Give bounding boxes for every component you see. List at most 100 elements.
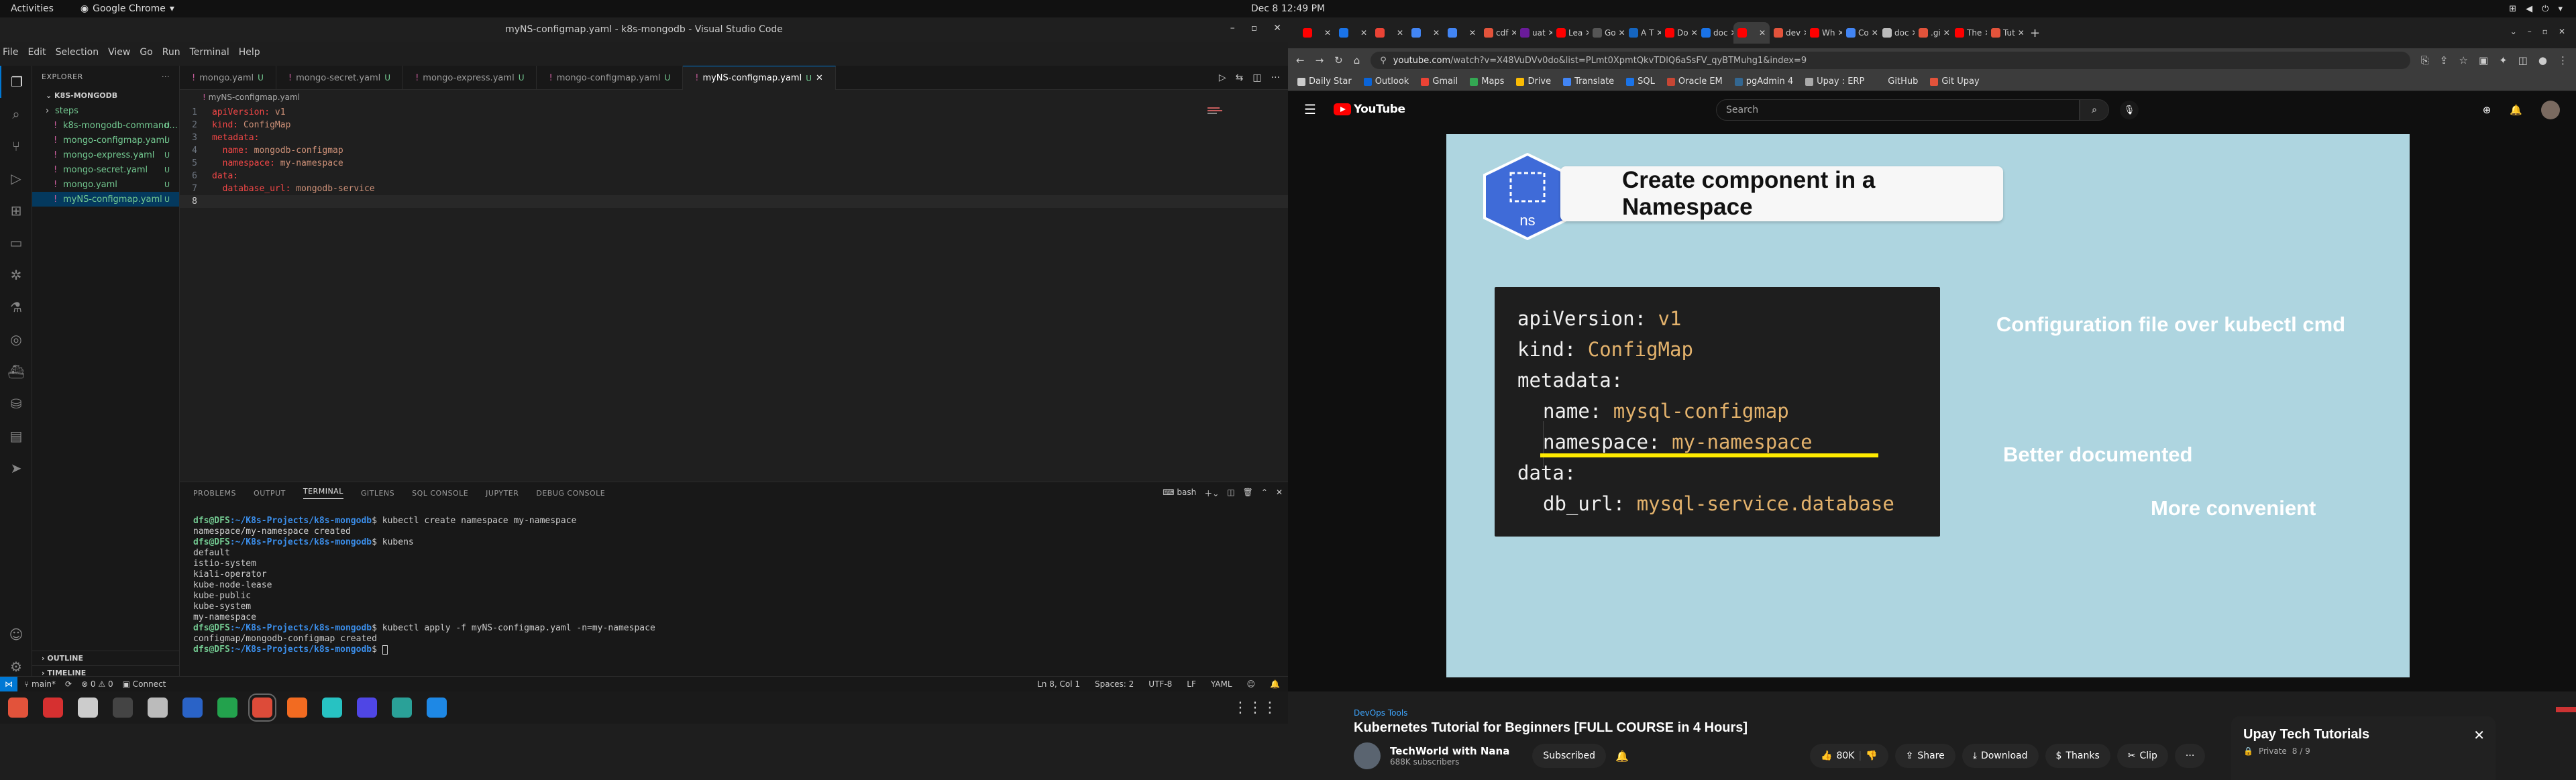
video-player[interactable]: ns Create component in a Namespace apiVe…	[1446, 134, 2410, 677]
panel-tab-terminal[interactable]: TERMINAL	[303, 487, 343, 499]
browser-tab[interactable]: Wh ✕	[1806, 22, 1842, 44]
youtube-logo[interactable]: YouTube	[1333, 103, 1405, 116]
search-icon[interactable]: ⌕	[0, 98, 32, 130]
tab-mongo-secret-yaml[interactable]: ! mongo-secret.yaml U	[276, 66, 404, 90]
dock-app-icon[interactable]	[8, 698, 28, 718]
file-item[interactable]: ! mongo-secret.yaml U	[32, 162, 179, 177]
search-input[interactable]: Search	[1716, 99, 2080, 121]
code-editor[interactable]: 1 apiVersion: v1 2 kind: ConfigMap 3 metadata…	[180, 105, 1288, 208]
dock-app-icon[interactable]	[427, 698, 447, 718]
extension-icon[interactable]: ▣	[2479, 54, 2488, 66]
panel-tab-debug-console[interactable]: DEBUG CONSOLE	[536, 489, 605, 498]
browser-tab[interactable]: doc✕	[1878, 22, 1915, 44]
dock-app-icon[interactable]	[148, 698, 168, 718]
forward-icon[interactable]: →	[1316, 54, 1324, 66]
problems-status[interactable]: ⊗ 0 ⚠ 0	[81, 679, 113, 689]
terminal-output[interactable]: dfs@DFS:~/K8s-Projects/k8s-mongodb$ kube…	[180, 504, 1288, 655]
activities-button[interactable]: Activities	[11, 3, 54, 14]
close-icon[interactable]: ✕	[1433, 28, 1440, 38]
more-icon[interactable]: ···	[1271, 72, 1280, 83]
close-icon[interactable]: ✕	[1324, 28, 1331, 38]
close-icon[interactable]: ✕	[1691, 28, 1697, 38]
avatar[interactable]	[2541, 101, 2560, 119]
browser-tab[interactable]: ✕	[1444, 22, 1480, 44]
close-icon[interactable]: ✕	[1397, 28, 1403, 38]
browser-tab[interactable]: Co ✕	[1842, 22, 1878, 44]
project-folder[interactable]: ⌄ K8S-MONGODB	[32, 87, 179, 103]
browser-tab[interactable]: .gi ✕	[1915, 22, 1951, 44]
connect-status[interactable]: ▣ Connect	[123, 679, 166, 689]
tab-search-icon[interactable]: ⌄	[2510, 27, 2517, 36]
dock-app-icon[interactable]	[287, 698, 307, 718]
notifications-icon[interactable]: 🔔	[2510, 104, 2522, 116]
close-icon[interactable]: ✕	[2018, 28, 2023, 38]
close-icon[interactable]: ✕	[1360, 28, 1367, 38]
dock-app-icon[interactable]	[182, 698, 203, 718]
bookmark-item[interactable]: Translate	[1563, 76, 1614, 87]
close-button[interactable]: ✕	[1273, 23, 1281, 34]
bookmark-item[interactable]: pgAdmin 4	[1734, 76, 1793, 87]
close-panel-icon[interactable]: ✕	[1276, 488, 1283, 499]
maximize-button[interactable]: ▫	[1251, 23, 1258, 34]
browser-tab[interactable]: A T ✕	[1625, 22, 1661, 44]
bookmark-item[interactable]: GitHub	[1876, 76, 1918, 87]
browser-tab[interactable]: Do ✕	[1661, 22, 1697, 44]
panel-tab-problems[interactable]: PROBLEMS	[193, 489, 236, 498]
bookmark-item[interactable]: Daily Star	[1297, 76, 1352, 87]
menu-terminal[interactable]: Terminal	[190, 47, 229, 58]
maximize-button[interactable]: ▫	[2542, 27, 2548, 36]
bookmark-star-icon[interactable]: ☆	[2459, 54, 2468, 66]
branch-status[interactable]: ⑂ main*	[24, 679, 56, 689]
back-icon[interactable]: ←	[1296, 54, 1305, 66]
browser-tab[interactable]: uat ✕	[1516, 22, 1552, 44]
explorer-icon[interactable]: ❐	[0, 66, 32, 98]
browser-tab[interactable]: The✕	[1951, 22, 1987, 44]
browser-tab[interactable]: ✕	[1371, 22, 1407, 44]
split-terminal-icon[interactable]: ◫	[1227, 488, 1234, 499]
run-icon[interactable]: ▷	[1219, 72, 1226, 83]
close-icon[interactable]: ✕	[1656, 28, 1661, 38]
close-icon[interactable]: ✕	[816, 73, 823, 83]
menu-view[interactable]: View	[108, 47, 130, 58]
kubernetes-icon[interactable]: ✲	[0, 259, 32, 291]
browser-tab[interactable]: ✕	[1299, 22, 1335, 44]
menu-icon[interactable]: ☰	[1304, 101, 1316, 117]
site-info-icon[interactable]: ⚲	[1380, 56, 1387, 66]
run-debug-icon[interactable]: ▷	[0, 162, 32, 194]
file-item[interactable]: ! k8s-mongodb-command... U	[32, 118, 179, 133]
dock-app-icon[interactable]	[78, 698, 98, 718]
share-icon[interactable]: ⇪	[2440, 54, 2449, 66]
menu-icon[interactable]: ⋮	[2558, 54, 2568, 66]
minimap[interactable]	[1208, 107, 1228, 117]
dock-app-icon[interactable]	[248, 693, 276, 722]
profile-icon[interactable]: ●	[2538, 54, 2547, 66]
app-grid-icon[interactable]: ⋮⋮⋮	[1233, 700, 1277, 716]
sync-icon[interactable]: ⟳	[65, 679, 72, 689]
file-item[interactable]: ! mongo.yaml U	[32, 177, 179, 192]
terminal-shell[interactable]: ⌨ bash	[1163, 488, 1196, 499]
browser-tab[interactable]: Go ✕	[1589, 22, 1625, 44]
new-tab-button[interactable]: +	[2030, 26, 2040, 40]
dock-app-icon[interactable]	[322, 698, 342, 718]
search-button[interactable]: ⌕	[2080, 99, 2109, 121]
gitlens-icon[interactable]: ◎	[0, 323, 32, 355]
more-icon[interactable]: ···	[162, 72, 170, 81]
menu-edit[interactable]: Edit	[28, 47, 46, 58]
file-item[interactable]: ! myNS-configmap.yaml U	[32, 192, 179, 207]
dock-app-icon[interactable]	[392, 698, 412, 718]
file-item[interactable]: › steps	[32, 103, 179, 118]
close-icon[interactable]: ✕	[1943, 28, 1950, 38]
dock-app-icon[interactable]	[217, 698, 237, 718]
feedback-icon[interactable]: ☺	[1247, 679, 1256, 689]
docker-icon[interactable]: ⛴	[0, 355, 32, 388]
minimize-button[interactable]: –	[1230, 23, 1235, 34]
browser-tab[interactable]: ✕	[1733, 22, 1770, 44]
bookmark-item[interactable]: SQL	[1626, 76, 1655, 87]
tab-mongo-configmap-yaml[interactable]: ! mongo-configmap.yaml U	[537, 66, 684, 90]
menu-selection[interactable]: Selection	[56, 47, 99, 58]
close-button[interactable]: ✕	[2559, 27, 2565, 36]
bookmark-item[interactable]: Oracle EM	[1666, 76, 1723, 87]
language-mode[interactable]: YAML	[1211, 679, 1232, 689]
bookmark-item[interactable]: Outlook	[1363, 76, 1409, 87]
browser-tab[interactable]: cdf ✕	[1480, 22, 1516, 44]
